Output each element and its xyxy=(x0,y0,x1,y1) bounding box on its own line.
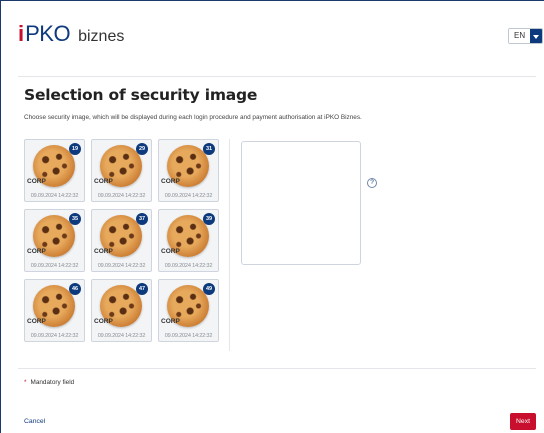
image-timestamp: 09.09.2024 14:22:32 xyxy=(97,193,146,199)
question-mark-icon[interactable]: ? xyxy=(367,178,377,188)
logo-biznes: biznes xyxy=(78,28,125,45)
image-number-badge: 19 xyxy=(69,143,81,155)
language-selector[interactable]: EN xyxy=(508,28,544,44)
security-image-tile[interactable]: 29 CORP 09.09.2024 14:22:32 xyxy=(91,139,152,202)
image-label: CORP xyxy=(27,248,46,255)
image-timestamp: 09.09.2024 14:22:32 xyxy=(30,193,79,199)
security-image-tile[interactable]: 46 CORP 09.09.2024 14:22:32 xyxy=(24,279,85,342)
page-title: Selection of security image xyxy=(24,86,258,104)
image-label: CORP xyxy=(94,318,113,325)
image-timestamp: 09.09.2024 14:22:32 xyxy=(164,263,213,269)
cancel-link[interactable]: Cancel xyxy=(24,418,45,425)
image-label: CORP xyxy=(161,318,180,325)
security-image-tile[interactable]: 47 CORP 09.09.2024 14:22:32 xyxy=(91,279,152,342)
image-label: CORP xyxy=(161,248,180,255)
required-asterisk: * xyxy=(24,379,27,386)
image-number-badge: 31 xyxy=(203,143,215,155)
security-image-tile[interactable]: 39 CORP 09.09.2024 14:22:32 xyxy=(158,209,219,272)
image-timestamp: 09.09.2024 14:22:32 xyxy=(30,333,79,339)
image-number-badge: 37 xyxy=(136,213,148,225)
security-image-tile[interactable]: 37 CORP 09.09.2024 14:22:32 xyxy=(91,209,152,272)
ipko-biznes-logo: i PKO biznes xyxy=(18,23,124,46)
security-image-tile[interactable]: 35 CORP 09.09.2024 14:22:32 xyxy=(24,209,85,272)
security-image-tile[interactable]: 49 CORP 09.09.2024 14:22:32 xyxy=(158,279,219,342)
image-number-badge: 46 xyxy=(69,283,81,295)
page-header: i PKO biznes EN xyxy=(0,0,544,70)
security-image-grid: 19 CORP 09.09.2024 14:22:32 29 CORP 09.0… xyxy=(24,139,222,349)
image-number-badge: 47 xyxy=(136,283,148,295)
image-number-badge: 35 xyxy=(69,213,81,225)
image-timestamp: 09.09.2024 14:22:32 xyxy=(164,193,213,199)
image-label: CORP xyxy=(94,248,113,255)
mandatory-field-note: * Mandatory field xyxy=(24,379,74,386)
security-image-tile[interactable]: 31 CORP 09.09.2024 14:22:32 xyxy=(158,139,219,202)
chevron-down-icon xyxy=(530,29,543,43)
image-label: CORP xyxy=(27,318,46,325)
image-number-badge: 49 xyxy=(203,283,215,295)
image-timestamp: 09.09.2024 14:22:32 xyxy=(30,263,79,269)
page-description: Choose security image, which will be dis… xyxy=(24,114,362,121)
image-label: CORP xyxy=(161,178,180,185)
form-divider xyxy=(18,368,536,369)
image-number-badge: 39 xyxy=(203,213,215,225)
logo-pko: PKO xyxy=(25,21,71,46)
image-label: CORP xyxy=(27,178,46,185)
language-code: EN xyxy=(509,29,531,43)
image-number-badge: 29 xyxy=(136,143,148,155)
mandatory-field-label: Mandatory field xyxy=(30,379,75,386)
security-image-tile[interactable]: 19 CORP 09.09.2024 14:22:32 xyxy=(24,139,85,202)
image-timestamp: 09.09.2024 14:22:32 xyxy=(97,263,146,269)
image-label: CORP xyxy=(94,178,113,185)
header-divider xyxy=(18,76,536,77)
selected-image-preview xyxy=(241,141,361,265)
image-timestamp: 09.09.2024 14:22:32 xyxy=(164,333,213,339)
next-button[interactable]: Next xyxy=(510,413,536,430)
grid-divider xyxy=(229,139,230,351)
logo-i: i xyxy=(18,21,25,46)
image-timestamp: 09.09.2024 14:22:32 xyxy=(97,333,146,339)
